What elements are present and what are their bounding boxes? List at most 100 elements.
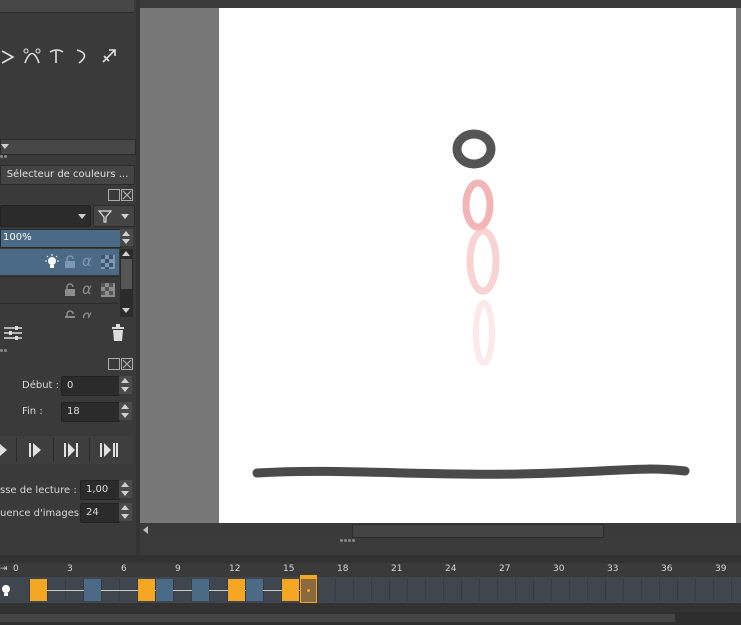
ground-line-stroke — [252, 464, 690, 479]
timeline-ruler[interactable]: ⇥ — [0, 563, 741, 577]
close-icon[interactable] — [121, 189, 133, 201]
start-frame-input[interactable]: 0 — [61, 376, 120, 396]
blending-mode-select[interactable] — [0, 205, 91, 227]
layer-row[interactable]: α — [0, 276, 119, 303]
timeline-frame-cell[interactable] — [714, 579, 732, 601]
timeline-frame-cell[interactable] — [318, 579, 336, 601]
timeline-frame-cell[interactable] — [732, 579, 741, 601]
timeline-frame-cell[interactable] — [570, 579, 588, 601]
timeline-frame-cell[interactable] — [534, 579, 552, 601]
inherit-alpha-icon[interactable] — [101, 283, 115, 297]
inherit-alpha-icon[interactable] — [101, 255, 115, 269]
lock-icon[interactable] — [64, 283, 76, 297]
splitter-dots[interactable] — [340, 539, 356, 542]
current-frame-stroke — [452, 129, 496, 169]
polyline-tool-icon[interactable] — [0, 48, 16, 66]
frame-rate-input[interactable]: 24 — [80, 503, 120, 523]
timeline-frame-cell[interactable] — [552, 579, 570, 601]
multibrush-tool-icon[interactable] — [99, 46, 121, 66]
scrollbar-handle[interactable] — [352, 524, 604, 538]
timeline-frame-cell[interactable] — [660, 579, 678, 601]
bezier-tool-icon[interactable] — [22, 46, 42, 66]
freehand-path-tool-icon[interactable] — [47, 46, 67, 66]
end-frame-input[interactable]: 18 — [61, 402, 120, 422]
scrollbar-handle[interactable] — [121, 259, 132, 289]
playback-speed-stepper[interactable] — [119, 480, 132, 498]
layer-properties-icon[interactable] — [4, 325, 22, 341]
canvas-horizontal-scrollbar[interactable] — [140, 523, 741, 538]
drawing-canvas[interactable] — [219, 8, 736, 523]
layer-row-selected[interactable]: α — [0, 249, 119, 275]
keyframe[interactable] — [84, 579, 101, 601]
last-frame-icon[interactable] — [100, 443, 120, 457]
frame-rate-stepper[interactable] — [119, 503, 132, 521]
lock-icon[interactable] — [64, 310, 76, 318]
docker-title-dropdown[interactable] — [0, 139, 136, 155]
playback-speed-label: sse de lecture : — [0, 485, 77, 496]
toolbox — [0, 44, 130, 74]
alpha-lock-icon[interactable]: α — [82, 252, 92, 270]
timeline-frame-cell[interactable] — [696, 579, 714, 601]
ruler-label: 12 — [229, 564, 241, 574]
alpha-lock-icon[interactable]: α — [82, 307, 92, 318]
timeline-frame-cell[interactable] — [498, 579, 516, 601]
start-frame-stepper[interactable] — [119, 376, 132, 394]
color-selector-button[interactable]: Sélecteur de couleurs ... — [0, 165, 135, 185]
keyframe[interactable] — [138, 579, 155, 601]
end-frame-value: 18 — [67, 406, 80, 417]
onion-skin-ghost — [466, 227, 500, 295]
layer-row[interactable]: α — [0, 303, 119, 318]
keyframe[interactable] — [156, 579, 173, 601]
playback-speed-input[interactable]: 1,00 — [80, 480, 120, 500]
timeline-frame-cell[interactable] — [678, 579, 696, 601]
close-icon[interactable] — [121, 358, 133, 370]
layer-filter-button[interactable] — [93, 205, 135, 227]
visibility-bulb-icon[interactable] — [44, 254, 60, 270]
keyframe[interactable] — [30, 579, 47, 601]
next-frame-icon[interactable] — [29, 443, 43, 457]
timeline-frame-cell[interactable] — [354, 579, 372, 601]
timeline-frame-cell[interactable] — [642, 579, 660, 601]
timeline-frame-cell[interactable] — [426, 579, 444, 601]
timeline-frame-cell[interactable] — [444, 579, 462, 601]
alpha-lock-icon[interactable]: α — [82, 280, 92, 298]
float-docker-icon[interactable] — [108, 189, 120, 201]
scrollbar-handle[interactable] — [0, 614, 675, 622]
expand-arrows-icon[interactable]: ⇥ — [0, 564, 8, 574]
ruler-label: 18 — [337, 564, 349, 574]
scroll-left-arrow[interactable] — [143, 526, 148, 534]
timeline-frame-cell[interactable] — [624, 579, 642, 601]
timeline-frame-cell[interactable] — [336, 579, 354, 601]
lock-icon[interactable] — [64, 255, 76, 269]
timeline-frame-cell[interactable] — [606, 579, 624, 601]
timeline-frame-cell[interactable] — [588, 579, 606, 601]
splitter-dots[interactable] — [0, 349, 10, 352]
trash-icon[interactable] — [111, 324, 125, 342]
keyframe[interactable] — [192, 579, 209, 601]
keyframe[interactable] — [246, 579, 263, 601]
float-docker-icon[interactable] — [108, 358, 120, 370]
current-frame-marker[interactable] — [300, 575, 317, 579]
play-icon[interactable] — [0, 444, 10, 456]
next-keyframe-icon[interactable] — [64, 443, 80, 457]
dynamic-brush-tool-icon[interactable] — [73, 46, 93, 66]
ruler-label: 30 — [553, 564, 565, 574]
timeline-frame-cell[interactable] — [480, 579, 498, 601]
onion-skin-ghost — [473, 300, 495, 366]
animation-timeline: ⇥ 0 3 6 9 12 15 18 21 24 27 30 33 36 39 — [0, 555, 741, 625]
timeline-scrollbar[interactable] — [0, 612, 741, 625]
filter-icon — [98, 210, 112, 223]
opacity-stepper[interactable] — [120, 229, 133, 246]
timeline-frame-cell[interactable] — [516, 579, 534, 601]
timeline-frame-cell[interactable] — [390, 579, 408, 601]
splitter-dots[interactable] — [0, 155, 10, 158]
timeline-frame-cell[interactable] — [462, 579, 480, 601]
timeline-frame-cell[interactable] — [372, 579, 390, 601]
opacity-slider[interactable]: 100% — [0, 229, 121, 248]
end-frame-stepper[interactable] — [119, 402, 132, 420]
layers-scrollbar[interactable] — [120, 249, 133, 317]
timeline-frame-cell[interactable] — [408, 579, 426, 601]
timeline-frame-cell[interactable] — [12, 579, 30, 601]
keyframe[interactable] — [228, 579, 245, 601]
keyframe[interactable] — [282, 579, 299, 601]
